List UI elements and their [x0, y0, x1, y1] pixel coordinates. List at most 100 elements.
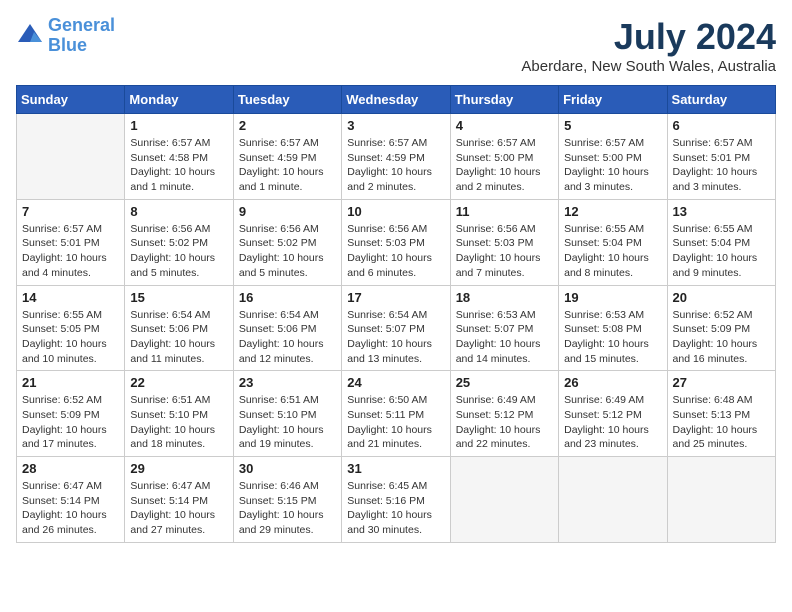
calendar-cell: 4Sunrise: 6:57 AMSunset: 5:00 PMDaylight… [450, 114, 558, 200]
day-info: Sunrise: 6:57 AMSunset: 4:59 PMDaylight:… [239, 136, 336, 195]
day-info: Sunrise: 6:47 AMSunset: 5:14 PMDaylight:… [130, 479, 227, 538]
day-info: Sunrise: 6:51 AMSunset: 5:10 PMDaylight:… [130, 393, 227, 452]
day-number: 13 [673, 204, 770, 219]
day-info: Sunrise: 6:56 AMSunset: 5:02 PMDaylight:… [130, 222, 227, 281]
location: Aberdare, New South Wales, Australia [521, 58, 776, 75]
logo-icon [16, 22, 44, 50]
day-info: Sunrise: 6:50 AMSunset: 5:11 PMDaylight:… [347, 393, 444, 452]
day-info: Sunrise: 6:54 AMSunset: 5:06 PMDaylight:… [130, 308, 227, 367]
day-number: 19 [564, 290, 661, 305]
day-number: 27 [673, 375, 770, 390]
day-info: Sunrise: 6:56 AMSunset: 5:03 PMDaylight:… [456, 222, 553, 281]
calendar-cell: 2 Sunrise: 6:57 AMSunset: 4:59 PMDaylight… [233, 114, 341, 200]
day-info: Sunrise: 6:55 AMSunset: 5:04 PMDaylight:… [673, 222, 770, 281]
day-number: 18 [456, 290, 553, 305]
calendar-cell [450, 457, 558, 543]
day-number: 10 [347, 204, 444, 219]
day-number: 8 [130, 204, 227, 219]
day-number: 2 [239, 118, 336, 133]
calendar-header-row: Sunday Monday Tuesday Wednesday Thursday… [17, 86, 776, 114]
day-info: Sunrise: 6:56 AMSunset: 5:03 PMDaylight:… [347, 222, 444, 281]
day-number: 15 [130, 290, 227, 305]
col-friday: Friday [559, 86, 667, 114]
day-info: Sunrise: 6:54 AMSunset: 5:06 PMDaylight:… [239, 308, 336, 367]
day-info: Sunrise: 6:52 AMSunset: 5:09 PMDaylight:… [22, 393, 119, 452]
day-number: 30 [239, 461, 336, 476]
calendar-cell [17, 114, 125, 200]
logo-text: General Blue [48, 16, 115, 56]
day-number: 14 [22, 290, 119, 305]
day-info: Sunrise: 6:57 AMSunset: 4:58 PMDaylight:… [130, 136, 227, 195]
calendar-cell: 26Sunrise: 6:49 AMSunset: 5:12 PMDayligh… [559, 371, 667, 457]
calendar-cell: 14 Sunrise: 6:55 AMSunset: 5:05 PMDayligh… [17, 285, 125, 371]
calendar-week-row: 1 Sunrise: 6:57 AMSunset: 4:58 PMDaylight… [17, 114, 776, 200]
logo: General Blue [16, 16, 115, 56]
day-info: Sunrise: 6:53 AMSunset: 5:08 PMDaylight:… [564, 308, 661, 367]
day-info: Sunrise: 6:48 AMSunset: 5:13 PMDaylight:… [673, 393, 770, 452]
day-number: 17 [347, 290, 444, 305]
day-info: Sunrise: 6:54 AMSunset: 5:07 PMDaylight:… [347, 308, 444, 367]
calendar-cell: 7 Sunrise: 6:57 AMSunset: 5:01 PMDaylight… [17, 199, 125, 285]
calendar-cell: 12Sunrise: 6:55 AMSunset: 5:04 PMDayligh… [559, 199, 667, 285]
calendar-cell: 17 Sunrise: 6:54 AMSunset: 5:07 PMDayligh… [342, 285, 450, 371]
calendar-week-row: 21Sunrise: 6:52 AMSunset: 5:09 PMDayligh… [17, 371, 776, 457]
day-number: 23 [239, 375, 336, 390]
calendar-week-row: 7 Sunrise: 6:57 AMSunset: 5:01 PMDaylight… [17, 199, 776, 285]
calendar-cell: 21Sunrise: 6:52 AMSunset: 5:09 PMDayligh… [17, 371, 125, 457]
day-info: Sunrise: 6:47 AMSunset: 5:14 PMDaylight:… [22, 479, 119, 538]
day-number: 9 [239, 204, 336, 219]
day-info: Sunrise: 6:53 AMSunset: 5:07 PMDaylight:… [456, 308, 553, 367]
day-info: Sunrise: 6:57 AMSunset: 5:01 PMDaylight:… [673, 136, 770, 195]
calendar-week-row: 14 Sunrise: 6:55 AMSunset: 5:05 PMDayligh… [17, 285, 776, 371]
day-info: Sunrise: 6:49 AMSunset: 5:12 PMDaylight:… [456, 393, 553, 452]
calendar-week-row: 28Sunrise: 6:47 AMSunset: 5:14 PMDayligh… [17, 457, 776, 543]
col-tuesday: Tuesday [233, 86, 341, 114]
calendar-cell: 16 Sunrise: 6:54 AMSunset: 5:06 PMDayligh… [233, 285, 341, 371]
calendar-cell: 15 Sunrise: 6:54 AMSunset: 5:06 PMDayligh… [125, 285, 233, 371]
calendar-cell: 31Sunrise: 6:45 AMSunset: 5:16 PMDayligh… [342, 457, 450, 543]
day-number: 4 [456, 118, 553, 133]
calendar-cell: 27 Sunrise: 6:48 AMSunset: 5:13 PMDayligh… [667, 371, 775, 457]
day-info: Sunrise: 6:52 AMSunset: 5:09 PMDaylight:… [673, 308, 770, 367]
calendar-cell: 30Sunrise: 6:46 AMSunset: 5:15 PMDayligh… [233, 457, 341, 543]
day-number: 20 [673, 290, 770, 305]
calendar-cell: 19 Sunrise: 6:53 AMSunset: 5:08 PMDayligh… [559, 285, 667, 371]
day-info: Sunrise: 6:56 AMSunset: 5:02 PMDaylight:… [239, 222, 336, 281]
calendar-cell: 11Sunrise: 6:56 AMSunset: 5:03 PMDayligh… [450, 199, 558, 285]
col-saturday: Saturday [667, 86, 775, 114]
calendar-cell: 18 Sunrise: 6:53 AMSunset: 5:07 PMDayligh… [450, 285, 558, 371]
calendar-cell: 10 Sunrise: 6:56 AMSunset: 5:03 PMDayligh… [342, 199, 450, 285]
calendar-cell: 22 Sunrise: 6:51 AMSunset: 5:10 PMDayligh… [125, 371, 233, 457]
calendar-cell: 28Sunrise: 6:47 AMSunset: 5:14 PMDayligh… [17, 457, 125, 543]
col-sunday: Sunday [17, 86, 125, 114]
calendar-cell: 6 Sunrise: 6:57 AMSunset: 5:01 PMDaylight… [667, 114, 775, 200]
day-number: 1 [130, 118, 227, 133]
col-wednesday: Wednesday [342, 86, 450, 114]
page-header: General Blue July 2024 Aberdare, New Sou… [16, 16, 776, 75]
calendar-cell: 20 Sunrise: 6:52 AMSunset: 5:09 PMDayligh… [667, 285, 775, 371]
calendar-cell [559, 457, 667, 543]
calendar-cell: 29 Sunrise: 6:47 AMSunset: 5:14 PMDayligh… [125, 457, 233, 543]
calendar-cell: 8 Sunrise: 6:56 AMSunset: 5:02 PMDaylight… [125, 199, 233, 285]
calendar-cell: 5Sunrise: 6:57 AMSunset: 5:00 PMDaylight… [559, 114, 667, 200]
day-number: 7 [22, 204, 119, 219]
day-number: 29 [130, 461, 227, 476]
calendar-cell: 13 Sunrise: 6:55 AMSunset: 5:04 PMDayligh… [667, 199, 775, 285]
day-number: 25 [456, 375, 553, 390]
day-info: Sunrise: 6:57 AMSunset: 5:01 PMDaylight:… [22, 222, 119, 281]
col-thursday: Thursday [450, 86, 558, 114]
col-monday: Monday [125, 86, 233, 114]
day-info: Sunrise: 6:49 AMSunset: 5:12 PMDaylight:… [564, 393, 661, 452]
day-info: Sunrise: 6:55 AMSunset: 5:05 PMDaylight:… [22, 308, 119, 367]
day-info: Sunrise: 6:51 AMSunset: 5:10 PMDaylight:… [239, 393, 336, 452]
title-block: July 2024 Aberdare, New South Wales, Aus… [521, 16, 776, 75]
day-number: 24 [347, 375, 444, 390]
day-info: Sunrise: 6:57 AMSunset: 5:00 PMDaylight:… [564, 136, 661, 195]
day-number: 3 [347, 118, 444, 133]
day-info: Sunrise: 6:45 AMSunset: 5:16 PMDaylight:… [347, 479, 444, 538]
day-number: 16 [239, 290, 336, 305]
calendar-cell: 1 Sunrise: 6:57 AMSunset: 4:58 PMDaylight… [125, 114, 233, 200]
day-number: 22 [130, 375, 227, 390]
day-number: 6 [673, 118, 770, 133]
calendar-cell: 9 Sunrise: 6:56 AMSunset: 5:02 PMDaylight… [233, 199, 341, 285]
